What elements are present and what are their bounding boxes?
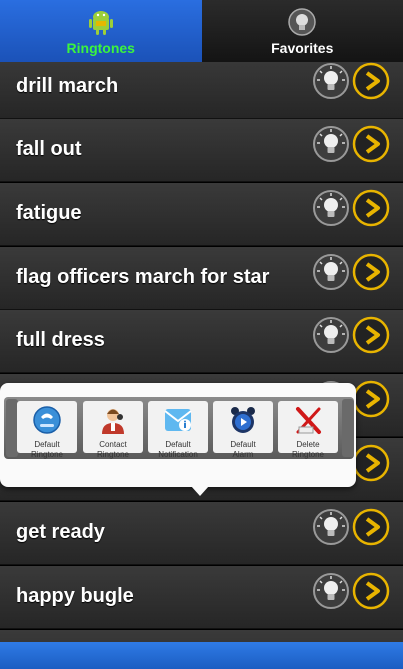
ringtone-name: full dress bbox=[16, 329, 105, 351]
play-button-icon[interactable] bbox=[352, 125, 390, 163]
delete-x-icon bbox=[293, 405, 323, 435]
tab-favorites[interactable]: Favorites bbox=[201, 0, 403, 62]
play-button-icon[interactable] bbox=[352, 62, 390, 100]
action-label: Default Notification bbox=[158, 440, 198, 459]
contact-person-icon bbox=[98, 405, 128, 435]
delete-ringtone-button[interactable]: Delete Ringtone bbox=[278, 401, 338, 459]
action-label: Delete Ringtone bbox=[291, 440, 325, 459]
contact-ringtone-button[interactable]: Contact Ringtone bbox=[83, 401, 143, 459]
ringtone-name: drill march bbox=[16, 75, 119, 97]
list-item[interactable] bbox=[0, 630, 403, 642]
action-label: Default Alarm bbox=[230, 440, 256, 459]
list-item[interactable]: fall out bbox=[0, 119, 403, 182]
default-alarm-button[interactable]: Default Alarm bbox=[213, 401, 273, 459]
play-button-icon[interactable] bbox=[352, 508, 390, 546]
scroll-right-grip[interactable] bbox=[342, 399, 354, 457]
tab-bar: Ringtones Favorites bbox=[0, 0, 403, 62]
ringtone-name: fall out bbox=[16, 138, 82, 160]
phone-globe-icon bbox=[32, 405, 62, 435]
quick-action-popup: Default Ringtone Contact Ringtone Default N… bbox=[0, 383, 356, 487]
popup-pointer-arrow bbox=[191, 486, 209, 496]
tab-label: Ringtones bbox=[66, 40, 135, 56]
ringtone-name: get ready bbox=[16, 521, 105, 543]
list-item[interactable]: flag officers march for star bbox=[0, 247, 403, 310]
play-button-icon[interactable] bbox=[352, 444, 390, 482]
list-item[interactable]: get ready bbox=[0, 502, 403, 565]
default-notification-button[interactable]: Default Notification bbox=[148, 401, 208, 459]
bulb-icon bbox=[287, 7, 317, 37]
default-ringtone-button[interactable]: Default Ringtone bbox=[17, 401, 77, 459]
alarm-clock-icon bbox=[228, 405, 258, 435]
play-button-icon[interactable] bbox=[352, 253, 390, 291]
favorite-bulb-icon[interactable] bbox=[312, 125, 350, 163]
favorite-bulb-icon[interactable] bbox=[312, 62, 350, 100]
action-label: Default Ringtone bbox=[30, 440, 64, 459]
ringtone-list: drill march fall out fatigue flag office… bbox=[0, 62, 403, 642]
play-button-icon[interactable] bbox=[352, 316, 390, 354]
favorite-bulb-icon[interactable] bbox=[312, 253, 350, 291]
favorite-bulb-icon[interactable] bbox=[312, 572, 350, 610]
ringtone-name: happy bugle bbox=[16, 585, 134, 607]
list-item[interactable]: fatigue bbox=[0, 183, 403, 246]
list-item[interactable]: drill march bbox=[0, 62, 403, 119]
favorite-bulb-icon[interactable] bbox=[312, 189, 350, 227]
tab-label: Favorites bbox=[271, 40, 334, 56]
list-item[interactable]: happy bugle bbox=[0, 566, 403, 629]
favorite-bulb-icon[interactable] bbox=[312, 508, 350, 546]
android-icon bbox=[86, 7, 116, 37]
ringtone-name: fatigue bbox=[16, 202, 82, 224]
tab-ringtones[interactable]: Ringtones bbox=[0, 0, 202, 62]
list-item[interactable]: full dress bbox=[0, 310, 403, 373]
play-button-icon[interactable] bbox=[352, 380, 390, 418]
favorite-bulb-icon[interactable] bbox=[312, 316, 350, 354]
play-button-icon[interactable] bbox=[352, 572, 390, 610]
play-button-icon[interactable] bbox=[352, 189, 390, 227]
ringtone-name: flag officers march for star bbox=[16, 266, 270, 288]
bottom-bar bbox=[0, 642, 403, 669]
action-label: Contact Ringtone bbox=[96, 440, 130, 459]
notification-info-icon bbox=[163, 405, 193, 435]
